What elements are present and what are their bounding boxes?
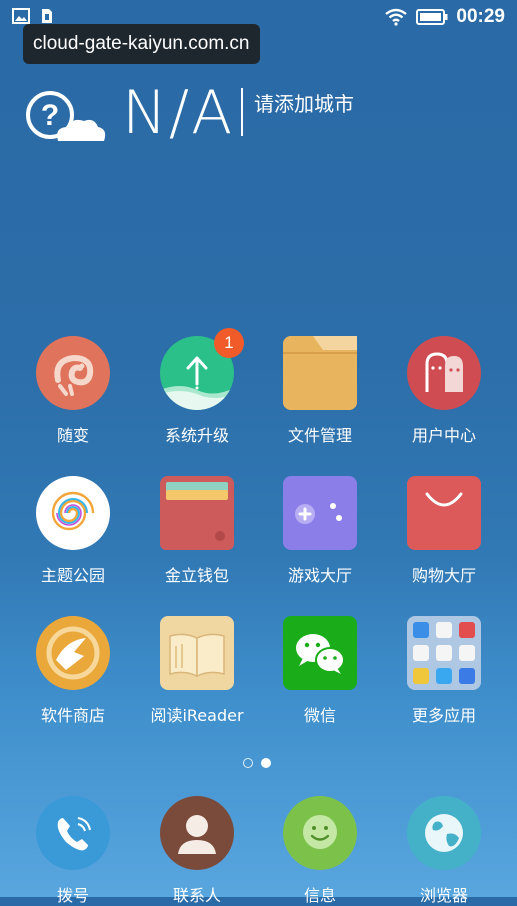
app-ireader[interactable]: 阅读iReader: [137, 616, 257, 726]
dock-dialer[interactable]: 拨号: [13, 796, 133, 906]
page-dot[interactable]: [243, 758, 253, 768]
sim-card-icon: [42, 9, 52, 23]
app-label: 软件商店: [40, 706, 105, 725]
upgrade-arrow-icon: 1: [160, 328, 244, 410]
page-indicator: [243, 758, 271, 768]
image-notification-icon: [12, 8, 30, 24]
user-faces-icon: [407, 336, 481, 410]
message-smiley-icon: [283, 796, 357, 870]
add-city-link[interactable]: 请添加城市: [254, 88, 354, 117]
page-dot-active[interactable]: [261, 758, 271, 768]
shopping-bag-icon: [407, 476, 481, 550]
dock-contacts[interactable]: 联系人: [137, 796, 257, 906]
notification-badge: 1: [214, 328, 244, 358]
svg-text:?: ?: [41, 99, 59, 132]
app-label: 系统升级: [164, 426, 229, 445]
folder-icon: [283, 336, 357, 410]
app-label: 联系人: [172, 886, 221, 905]
app-system-upgrade[interactable]: 1 系统升级: [137, 328, 257, 446]
app-label: 浏览器: [419, 886, 468, 905]
app-label: 游戏大厅: [287, 566, 352, 585]
app-more-apps-folder[interactable]: 更多应用: [384, 616, 504, 726]
chameleon-icon: [36, 336, 110, 410]
app-label: 拨号: [56, 886, 89, 905]
app-theme-park[interactable]: 主题公园: [13, 476, 133, 586]
app-shopping-hall[interactable]: 购物大厅: [384, 476, 504, 586]
wifi-icon: [385, 8, 408, 26]
spiral-theme-icon: [36, 476, 110, 550]
phone-icon: [36, 796, 110, 870]
weather-unknown-icon: ?: [26, 91, 106, 141]
dock-messages[interactable]: 信息: [260, 796, 380, 906]
app-label: 随变: [56, 426, 89, 445]
weather-divider: [241, 88, 243, 136]
app-folder-icon: [407, 616, 481, 690]
contact-icon: [160, 796, 234, 870]
app-label: 购物大厅: [411, 566, 476, 585]
gamepad-icon: [283, 476, 357, 550]
app-file-manager[interactable]: 文件管理: [260, 336, 380, 446]
wechat-icon: [283, 616, 357, 690]
globe-icon: [407, 796, 481, 870]
app-user-center[interactable]: 用户中心: [384, 336, 504, 446]
app-label: 金立钱包: [164, 566, 229, 585]
app-label: 微信: [303, 706, 336, 725]
app-software-store[interactable]: 软件商店: [13, 616, 133, 726]
app-label: 信息: [303, 886, 336, 905]
app-game-hall[interactable]: 游戏大厅: [260, 476, 380, 586]
app-wallet[interactable]: 金立钱包: [137, 476, 257, 586]
app-label: 文件管理: [287, 426, 352, 445]
app-label: 主题公园: [40, 566, 105, 585]
battery-icon: [416, 9, 448, 25]
temperature-text: N/A: [122, 78, 235, 148]
app-wechat[interactable]: 微信: [260, 616, 380, 726]
book-icon: [160, 616, 234, 690]
app-label: 阅读iReader: [150, 706, 244, 725]
url-watermark: cloud-gate-kaiyun.com.cn: [23, 24, 260, 64]
app-label: 更多应用: [411, 706, 476, 725]
status-clock: 00:29: [456, 6, 505, 27]
software-store-icon: [36, 616, 110, 690]
app-label: 用户中心: [411, 426, 476, 445]
wallet-icon: [160, 476, 234, 550]
dock-browser[interactable]: 浏览器: [384, 796, 504, 906]
app-suibian[interactable]: 随变: [13, 336, 133, 446]
